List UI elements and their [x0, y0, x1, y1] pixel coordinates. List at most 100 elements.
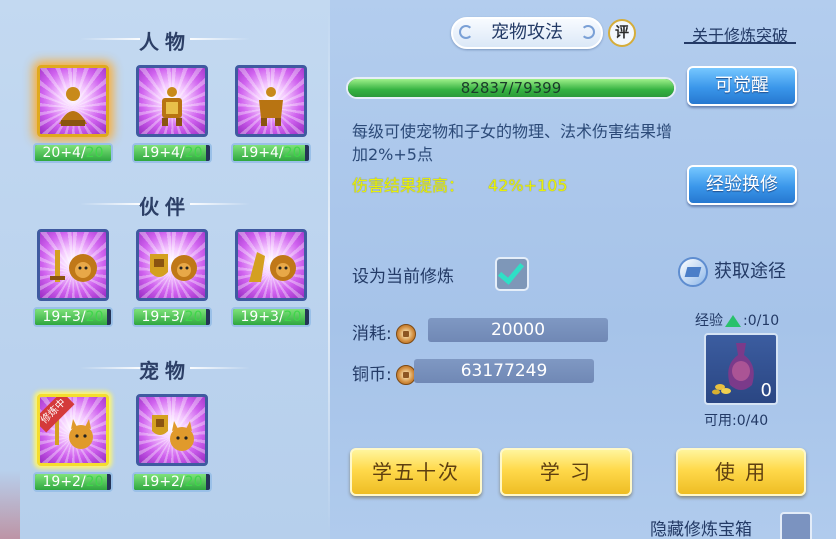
level-value: 19+3/	[240, 309, 284, 325]
exp-progress-text: :0/10	[743, 313, 780, 329]
skill-card-character-3[interactable]	[235, 65, 307, 137]
level-value: 19+3/	[141, 309, 185, 325]
cloud-ornament-right	[190, 367, 250, 369]
checkmark-icon	[497, 257, 525, 285]
level-text: 19+2/20	[134, 474, 210, 490]
skill-card-character-2[interactable]	[136, 65, 208, 137]
level-bar-partner-2: 19+3/20	[132, 307, 212, 327]
section-title-character: 人物	[0, 26, 330, 55]
book-icon	[678, 257, 708, 287]
cloud-ornament-left	[80, 38, 140, 40]
damage-bonus: 伤害结果提高： 42%+105	[352, 172, 568, 196]
cost-label: 消耗:	[352, 324, 392, 344]
skill-card-pet-2[interactable]	[136, 394, 208, 466]
swirl-ornament-icon	[581, 25, 595, 39]
level-max: 20	[184, 474, 203, 490]
level-max: 20	[184, 309, 203, 325]
about-breakthrough-link[interactable]: 关于修炼突破	[684, 22, 796, 45]
shield-cat-icon	[139, 407, 205, 463]
exp-item-label: 经验 :0/10	[695, 310, 779, 330]
exp-label-text: 经验	[695, 313, 723, 329]
copper-row: 铜币:	[352, 360, 416, 385]
level-text: 20+4/20	[35, 145, 111, 161]
skill-card-pet-1[interactable]: 修炼中	[37, 394, 109, 466]
damage-label: 伤害结果提高：	[352, 176, 465, 195]
level-max: 20	[283, 145, 302, 161]
sword-lion-icon	[40, 242, 106, 298]
set-current-label: 设为当前修炼	[352, 267, 454, 287]
learn-button[interactable]: 学 习	[500, 448, 632, 496]
skill-card-partner-1[interactable]	[37, 229, 109, 301]
experience-progress-bar: 82837/79399	[346, 77, 676, 99]
level-text: 19+3/20	[233, 309, 309, 325]
section-title-pet: 宠物	[0, 355, 330, 384]
level-text: 19+3/20	[35, 309, 111, 325]
level-value: 19+2/	[141, 474, 185, 490]
awaken-button[interactable]: 可觉醒	[687, 66, 797, 106]
rate-button[interactable]: 评	[608, 19, 636, 47]
level-bar-character-3: 19+4/20	[231, 143, 311, 163]
level-value: 19+4/	[141, 145, 185, 161]
copper-label: 铜币:	[352, 365, 392, 385]
acquire-route-button[interactable]: 获取途径	[678, 257, 786, 287]
learn-fifty-button[interactable]: 学五十次	[350, 448, 482, 496]
level-text: 19+4/20	[233, 145, 309, 161]
skill-card-partner-3[interactable]	[235, 229, 307, 301]
damage-value: 42%+105	[488, 176, 568, 195]
panel-divider	[328, 10, 330, 530]
level-bar-partner-1: 19+3/20	[33, 307, 113, 327]
cost-row: 消耗:	[352, 319, 416, 344]
cloud-ornament-left	[80, 203, 140, 205]
level-bar-pet-2: 19+2/20	[132, 472, 212, 492]
exp-exchange-button[interactable]: 经验换修	[687, 165, 797, 205]
level-bar-pet-1: 19+2/20	[33, 472, 113, 492]
level-max: 20	[85, 145, 104, 161]
cloud-ornament-right	[190, 38, 250, 40]
exp-item-slot[interactable]: 0	[704, 333, 778, 405]
level-bar-character-2: 19+4/20	[132, 143, 212, 163]
copper-value: 63177249	[414, 359, 594, 383]
set-current-checkbox[interactable]	[495, 257, 529, 291]
hidden-chest-checkbox[interactable]	[780, 512, 812, 539]
golden-warrior-icon	[238, 78, 304, 134]
skill-card-partner-2[interactable]	[136, 229, 208, 301]
level-bar-partner-3: 19+3/20	[231, 307, 311, 327]
level-text: 19+3/20	[134, 309, 210, 325]
acquire-label: 获取途径	[714, 261, 786, 282]
skill-description: 每级可使宠物和子女的物理、法术伤害结果增加2%+5点	[352, 122, 673, 164]
swirl-ornament-icon	[459, 25, 473, 39]
available-label: 可用:0/40	[704, 413, 769, 429]
hidden-chest-label: 隐藏修炼宝箱	[650, 520, 752, 539]
skill-title-text: 宠物攻法	[491, 22, 563, 43]
level-max: 20	[184, 145, 203, 161]
use-button[interactable]: 使 用	[676, 448, 806, 496]
level-max: 20	[283, 309, 302, 325]
level-bar-character-1: 20+4/20	[33, 143, 113, 163]
item-count: 0	[760, 380, 772, 401]
section-label: 宠物	[139, 359, 191, 383]
cost-value: 20000	[428, 318, 608, 342]
shield-lion-icon	[139, 242, 205, 298]
level-value: 19+2/	[42, 474, 86, 490]
level-max: 20	[85, 474, 104, 490]
section-title-partner: 伙伴	[0, 191, 330, 220]
experience-text: 82837/79399	[460, 79, 562, 97]
level-value: 20+4/	[42, 145, 86, 161]
armored-warrior-icon	[139, 78, 205, 134]
cloud-ornament-right	[190, 203, 250, 205]
up-arrow-icon	[725, 315, 741, 327]
cloud-ornament-left	[80, 367, 140, 369]
skill-card-character-1[interactable]	[37, 65, 109, 137]
decorative-pin	[0, 470, 20, 539]
section-label: 伙伴	[139, 195, 191, 219]
level-value: 19+3/	[42, 309, 86, 325]
copper-coin-icon	[395, 324, 416, 344]
copper-coin-icon	[395, 365, 416, 385]
level-max: 20	[85, 309, 104, 325]
level-text: 19+4/20	[134, 145, 210, 161]
palm-lion-icon	[238, 242, 304, 298]
level-text: 19+2/20	[35, 474, 111, 490]
section-label: 人物	[139, 30, 191, 54]
meditating-statue-icon	[40, 78, 106, 134]
level-value: 19+4/	[240, 145, 284, 161]
